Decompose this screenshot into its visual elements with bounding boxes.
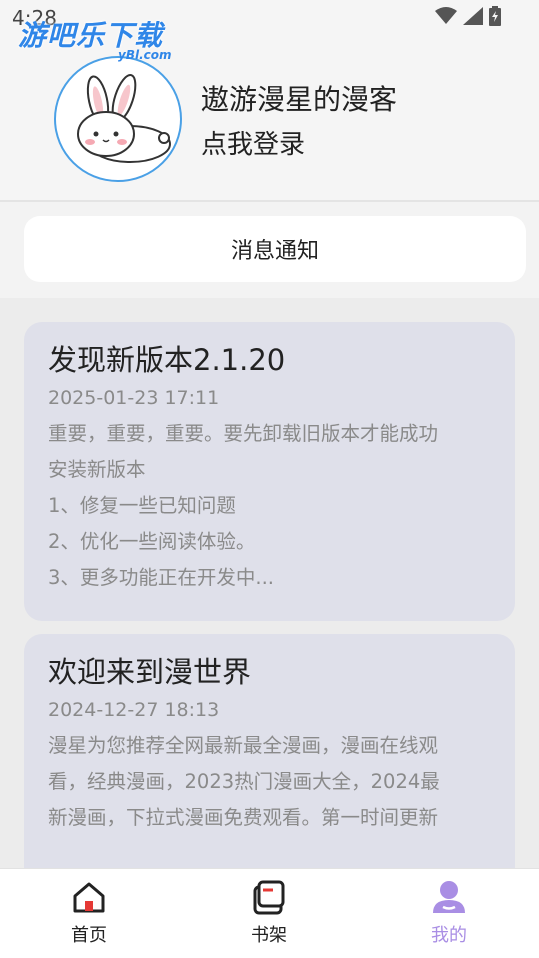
announcement-line: 1、修复一些已知问题 <box>48 494 236 517</box>
announcement-card[interactable]: 欢迎来到漫世界 2024-12-27 18:13 漫星为您推荐全网最新最全漫画，… <box>24 634 515 868</box>
announcement-line: 漫星为您推荐全网最新最全漫画，漫画在线观 <box>48 734 439 757</box>
tab-bookshelf-label: 书架 <box>251 925 287 946</box>
announcement-line: 看，经典漫画，2023热门漫画大全，2024最 <box>48 770 440 793</box>
tab-bookshelf[interactable]: 书架 <box>219 879 319 955</box>
tab-mine-label: 我的 <box>431 925 467 946</box>
profile-icon <box>433 881 465 913</box>
announcement-date: 2025-01-23 17:11 <box>48 387 220 409</box>
avatar[interactable] <box>54 56 182 182</box>
tab-home-label: 首页 <box>71 925 107 946</box>
login-link[interactable]: 点我登录 <box>201 124 305 161</box>
username: 遨游漫星的漫客 <box>201 83 398 116</box>
announcement-line: 新漫画，下拉式漫画免费观看。第一时间更新 <box>48 806 439 829</box>
announcement-body: 漫星为您推荐全网最新最全漫画，漫画在线观 看，经典漫画，2023热门漫画大全，2… <box>48 728 491 836</box>
home-icon <box>73 882 105 913</box>
announcement-title: 发现新版本2.1.20 <box>48 343 286 377</box>
announcement-line: 安装新版本 <box>48 458 146 481</box>
bookshelf-icon <box>253 880 285 915</box>
announcement-list[interactable]: 发现新版本2.1.20 2025-01-23 17:11 重要，重要，重要。要先… <box>0 298 539 868</box>
profile-header: 遨游漫星的漫客 点我登录 <box>0 36 539 200</box>
notification-button[interactable]: 消息通知 <box>24 216 526 282</box>
announcement-date: 2024-12-27 18:13 <box>48 699 220 721</box>
bunny-avatar-icon <box>77 74 171 163</box>
announcement-body: 重要，重要，重要。要先卸载旧版本才能成功 安装新版本 1、修复一些已知问题 2、… <box>48 416 491 596</box>
announcement-line: 重要，重要，重要。要先卸载旧版本才能成功 <box>48 422 439 445</box>
notification-section: 消息通知 <box>0 202 539 298</box>
signal-icon <box>463 7 483 25</box>
announcement-card[interactable]: 发现新版本2.1.20 2025-01-23 17:11 重要，重要，重要。要先… <box>24 322 515 621</box>
bottom-tab-bar: 首页 书架 我的 <box>0 868 539 958</box>
tab-mine[interactable]: 我的 <box>399 879 499 955</box>
watermark-logo: 游吧乐下载 yBl.com <box>18 14 172 62</box>
watermark-domain: yBl.com <box>118 48 172 62</box>
wifi-icon <box>435 7 457 24</box>
announcement-line: 2、优化一些阅读体验。 <box>48 530 256 553</box>
announcement-line: 3、更多功能正在开发中... <box>48 566 275 589</box>
announcement-title: 欢迎来到漫世界 <box>48 655 252 689</box>
tab-home[interactable]: 首页 <box>39 879 139 955</box>
battery-icon <box>489 6 501 26</box>
status-icons <box>435 6 501 26</box>
